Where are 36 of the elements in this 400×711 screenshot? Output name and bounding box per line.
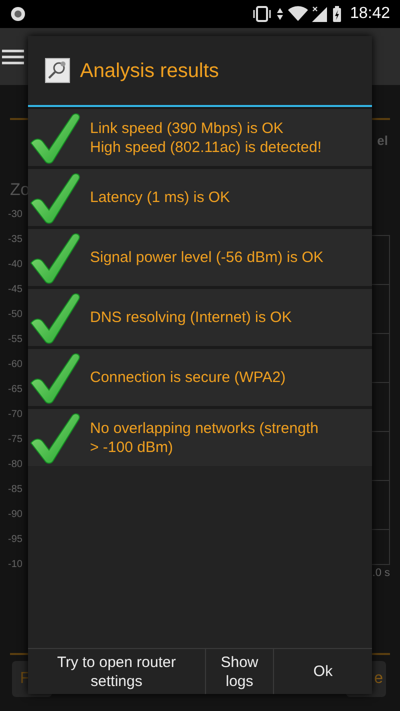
- dialog-button[interactable]: Show logs: [205, 649, 273, 694]
- axis-label: .0 s: [372, 566, 390, 581]
- result-text: DNS resolving (Internet) is OK: [90, 308, 293, 327]
- axis-label: -10: [8, 558, 24, 572]
- axis-label: -55: [8, 333, 24, 347]
- axis-label: -95: [8, 533, 24, 547]
- result-text: Latency (1 ms) is OK: [90, 188, 232, 207]
- battery-charging-icon: [332, 6, 342, 22]
- menu-icon[interactable]: [2, 48, 24, 64]
- result-text: Connection is secure (WPA2): [90, 368, 287, 387]
- axis-label: -65: [8, 383, 24, 397]
- axis-label: -75: [8, 433, 24, 447]
- axis-label: -35: [8, 233, 24, 247]
- axis-label: -40: [8, 258, 24, 272]
- result-text: No overlapping networks (strength > -100 dBm): [90, 418, 320, 456]
- data-arrows-icon: [276, 6, 284, 22]
- axis-label: -90: [8, 508, 24, 522]
- dialog-title: Analysis results: [80, 58, 219, 84]
- axis-label: -70: [8, 408, 24, 422]
- cellular-signal-icon: [312, 6, 328, 22]
- wifi-icon: [288, 6, 308, 22]
- notification-dot-icon: [10, 6, 26, 22]
- result-text: High speed (802.11ac) is detected!: [90, 138, 323, 156]
- axis-label: -30: [8, 208, 24, 222]
- axis-label: -60: [8, 358, 24, 372]
- result-text: Link speed (390 Mbps) is OK: [90, 118, 284, 138]
- axis-label: -80: [8, 458, 24, 472]
- result-text: Signal power level (-56 dBm) is OK: [90, 248, 324, 267]
- dialog-button[interactable]: Ok: [273, 649, 372, 694]
- axis-label: -50: [8, 308, 24, 322]
- clock-time: 18:42: [350, 4, 390, 24]
- axis-label: -85: [8, 483, 24, 497]
- vibrate-icon: [252, 6, 272, 22]
- axis-label: -45: [8, 283, 24, 297]
- dialog-button[interactable]: Try to open router settings: [28, 649, 205, 694]
- magnifier-figure-icon: [45, 58, 70, 83]
